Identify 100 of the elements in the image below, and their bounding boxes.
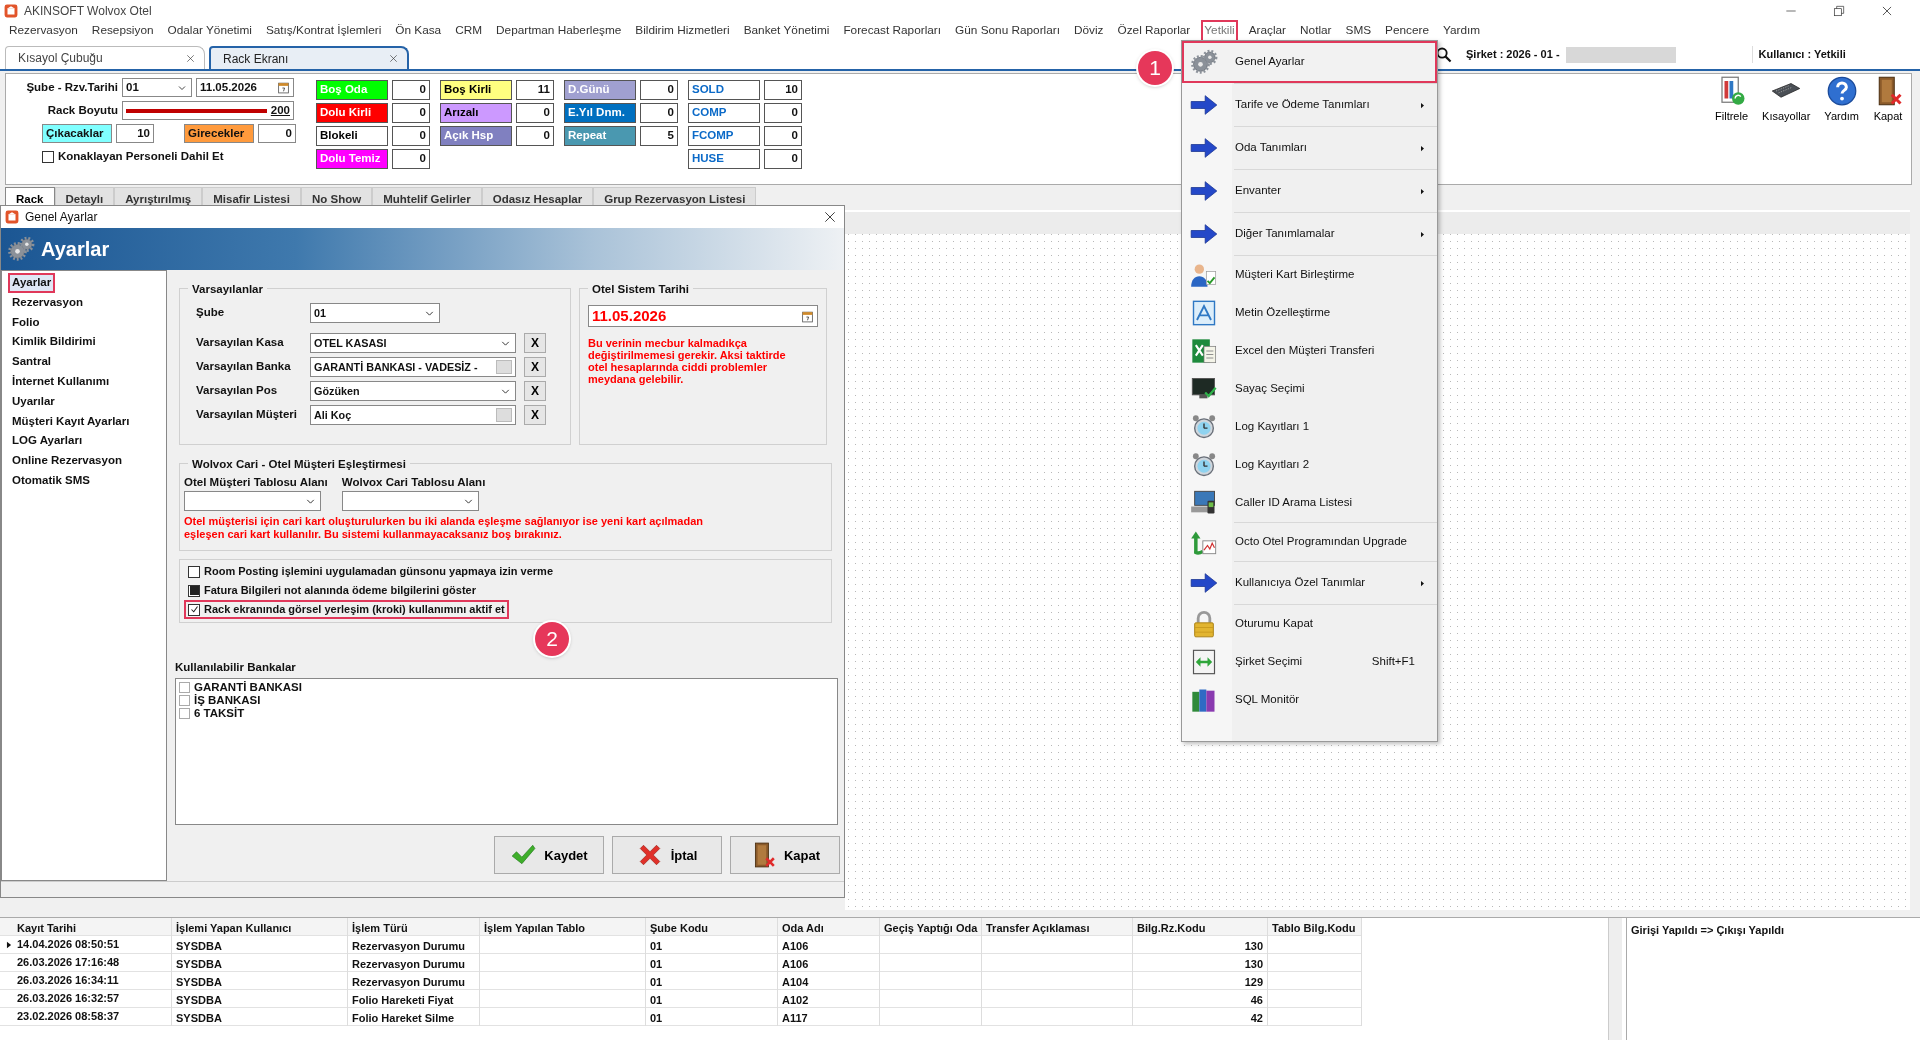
dropdown-field[interactable]: OTEL KASASI [310,333,516,353]
menu-item[interactable]: Notlar [1297,20,1335,42]
menu-item[interactable]: Log Kayıtları 1 [1182,408,1437,446]
scrollbar[interactable] [1608,918,1622,1040]
menu-item[interactable]: Oturumu Kapat [1182,605,1437,643]
checkbox[interactable] [188,565,200,578]
dropdown-field[interactable]: 01 [122,78,192,97]
menu-item[interactable]: Rezervasyon [6,20,81,42]
dialog-button[interactable]: Kaydet [494,836,604,875]
nav-item[interactable]: Ayarlar [8,273,56,293]
menu-item[interactable]: Ön Kasa [392,20,445,42]
nav-item[interactable]: Santral [8,352,55,372]
dialog-title: Genel Ayarlar [25,209,98,226]
menu-item[interactable]: Metin Özelleştirme [1182,294,1437,332]
nav-item[interactable]: Online Rezervasyon [8,451,126,471]
document-tab[interactable]: Kısayol Çubuğu [5,46,205,69]
gears-icon [1190,48,1218,76]
slider-field[interactable]: 200 [122,101,294,120]
toolbar-button[interactable]: Yardım [1824,76,1859,184]
nav-item[interactable]: Müşteri Kayıt Ayarları [8,411,134,432]
menu-item[interactable]: Tarife ve Ödeme Tanımları [1182,84,1437,126]
column-header[interactable]: İşlemi Yapan Kullanıcı [172,917,348,936]
menu-item[interactable]: Satış/Kontrat İşlemleri [262,20,385,42]
column-header[interactable]: İşlem Yapılan Tablo [480,917,646,936]
column-header[interactable]: Oda Adı [778,917,880,936]
checkbox[interactable] [42,150,54,163]
column-header[interactable]: Bilg.Rz.Kodu [1133,917,1268,936]
dialog-button[interactable]: Kapat [730,836,840,875]
dropdown-field[interactable] [184,491,321,512]
column-header[interactable]: Şube Kodu [646,917,778,936]
menu-item[interactable]: Banket Yönetimi [740,20,833,42]
document-icon [1190,299,1218,327]
search-icon[interactable] [1435,46,1452,63]
menu-item[interactable]: Araçlar [1245,20,1290,42]
date-field[interactable]: 11.05.2026 [588,305,818,327]
column-header[interactable]: Geçiş Yaptığı Oda [880,917,982,936]
menu-item[interactable]: Bildirim Hizmetleri [632,20,733,42]
menu-item[interactable]: Özel Raporlar [1114,20,1194,42]
column-header[interactable]: Transfer Açıklaması [982,917,1133,936]
document-tab[interactable]: Rack Ekranı [209,46,409,69]
clear-button[interactable]: X [524,333,546,353]
menu-item[interactable]: Şirket Seçimi Shift+F1 [1182,643,1437,681]
computer-icon [1190,489,1218,517]
checkbox[interactable] [179,682,190,694]
menu-item[interactable]: CRM [452,20,486,42]
field-label: Varsayılan Banka [195,359,292,375]
clear-button[interactable]: X [524,381,546,401]
bank-label: GARANTİ BANKASI [194,680,302,694]
menu-item[interactable]: Müşteri Kart Birleştirme [1182,256,1437,294]
restore-icon[interactable] [1832,4,1846,18]
menu-item[interactable]: Forecast Raporları [840,20,945,42]
field-label: Şube [195,305,226,321]
menu-item[interactable]: Log Kayıtları 2 [1182,446,1437,484]
dropdown-field[interactable] [341,491,479,512]
close-icon[interactable] [822,209,838,225]
clear-button[interactable]: X [524,357,546,377]
menu-item[interactable]: Gün Sonu Raporları [952,20,1063,42]
checkbox[interactable] [179,708,190,720]
menu-item[interactable]: SMS [1342,20,1375,42]
nav-item[interactable]: Kimlik Bildirimi [8,332,100,353]
menu-item[interactable]: Odalar Yönetimi [164,20,255,42]
dropdown-field[interactable]: Gözüken [310,381,516,401]
nav-item[interactable]: Uyarılar [8,391,59,412]
menu-item[interactable]: Octo Otel Programından Upgrade [1182,523,1437,561]
dialog-button[interactable]: İptal [612,836,722,875]
nav-item[interactable]: LOG Ayarları [8,431,87,452]
nav-item[interactable]: Folio [8,312,44,333]
dropdown-field[interactable]: 01 [310,303,440,323]
close-icon[interactable] [1880,4,1894,18]
column-header[interactable]: Kayıt Tarihi [0,917,172,936]
menu-item[interactable]: Resepsiyon [88,20,157,42]
calendar-icon [277,81,290,94]
menu-item[interactable]: Caller ID Arama Listesi [1182,484,1437,522]
nav-item[interactable]: Rezervasyon [8,292,87,313]
menu-item[interactable]: Excel den Müşteri Transferi [1182,332,1437,370]
date-field[interactable]: 11.05.2026 [196,78,294,97]
menu-item[interactable]: Pencere [1382,20,1433,42]
lookup-field[interactable]: Ali Koç [310,405,516,425]
menu-item[interactable]: SQL Monitör [1182,681,1437,719]
lookup-field[interactable]: GARANTİ BANKASI - VADESİZ - [310,357,516,377]
menu-item[interactable]: Kullanıcıya Özel Tanımlar [1182,562,1437,604]
menu-item[interactable]: Döviz [1071,20,1107,42]
menu-item[interactable]: Envanter [1182,170,1437,212]
toolbar-button[interactable]: Filtrele [1715,76,1749,184]
menu-item[interactable]: Diğer Tanımlamalar [1182,213,1437,255]
table-cell: 01 [646,1007,778,1026]
nav-item[interactable]: Otomatik SMS [8,470,94,491]
column-header[interactable]: İşlem Türü [348,917,480,936]
bank-list[interactable]: GARANTİ BANKASI İŞ BANKASI 6 TAKSİT [175,678,838,826]
column-header[interactable]: Tablo Bilg.Kodu [1268,917,1362,936]
toolbar-button[interactable]: Kapat [1873,76,1903,184]
menu-item[interactable]: Oda Tanımları [1182,127,1437,169]
menu-item[interactable]: Departman Haberleşme [493,20,625,42]
clear-button[interactable]: X [524,405,546,425]
menu-item[interactable]: Yardım [1440,20,1484,42]
checkbox[interactable] [179,695,190,707]
toolbar-button[interactable]: Kısayollar [1762,76,1811,184]
nav-item[interactable]: İnternet Kullanımı [8,372,114,392]
menu-item[interactable]: Genel Ayarlar [1182,41,1437,83]
menu-item[interactable]: Sayaç Seçimi [1182,370,1437,408]
